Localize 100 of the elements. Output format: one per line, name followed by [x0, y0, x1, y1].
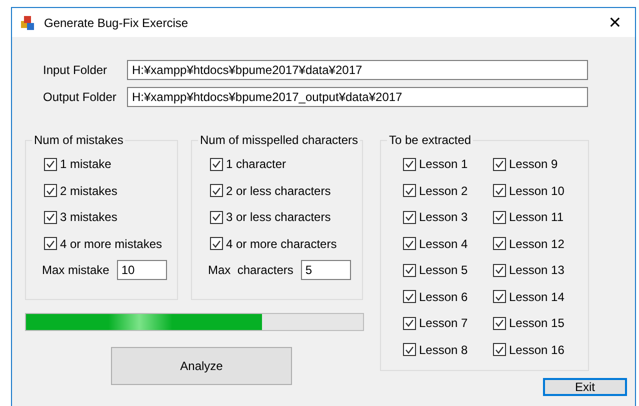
checkbox[interactable]: Lesson 12 — [493, 230, 583, 257]
checkbox-label: Lesson 3 — [419, 210, 468, 224]
checkbox[interactable]: Lesson 16 — [493, 336, 583, 363]
checkbox[interactable]: Lesson 2 — [403, 178, 493, 204]
checkbox-label: Lesson 15 — [509, 316, 564, 330]
folder-label: Input Folder — [43, 63, 108, 77]
checkbox-label: 3 or less characters — [226, 210, 331, 224]
checkbox-box[interactable] — [493, 343, 506, 356]
checkbox[interactable]: 1 character — [210, 151, 362, 178]
checkbox-box[interactable] — [403, 290, 416, 304]
checkbox-box[interactable] — [493, 184, 506, 198]
checkbox[interactable]: Lesson 3 — [403, 204, 493, 230]
checkmark-icon — [46, 160, 55, 168]
checkbox-box[interactable] — [493, 210, 506, 224]
max-label: Max characters — [208, 263, 294, 277]
checkmark-icon — [212, 240, 221, 248]
checkmark-icon — [495, 292, 504, 301]
checkmark-icon — [405, 186, 414, 195]
checkbox[interactable]: 4 or more mistakes — [44, 230, 177, 257]
analyze-button[interactable]: Analyze — [111, 347, 292, 385]
folder-label: Output Folder — [43, 90, 118, 104]
checkbox-box[interactable] — [493, 237, 506, 250]
folder-field[interactable]: H:¥xampp¥htdocs¥bpume2017_output¥data¥2017 — [127, 87, 588, 107]
cubes-icon — [20, 14, 36, 30]
checkbox[interactable]: 4 or more characters — [210, 230, 362, 257]
checkbox-label: 2 mistakes — [60, 184, 118, 198]
checkmark-icon — [495, 346, 504, 354]
max-field[interactable]: 5 — [301, 260, 352, 280]
checkbox[interactable]: Lesson 5 — [403, 257, 493, 284]
checkbox-label: Lesson 16 — [509, 342, 564, 357]
checkmark-icon — [405, 213, 414, 222]
group-title: Num of misspelled characters — [199, 133, 360, 147]
checkbox-box[interactable] — [44, 158, 57, 171]
checkbox[interactable]: 1 mistake — [44, 151, 177, 178]
checkbox-box[interactable] — [403, 237, 416, 250]
checkbox-label: Lesson 12 — [509, 236, 564, 251]
checkmark-icon — [46, 186, 55, 195]
group-title: To be extracted — [388, 133, 472, 147]
checkbox-box[interactable] — [210, 210, 223, 224]
checkbox-box[interactable] — [403, 158, 416, 171]
checkbox[interactable]: Lesson 6 — [403, 284, 493, 310]
checkbox-label: Lesson 13 — [509, 263, 564, 278]
exit-button[interactable]: Exit — [543, 378, 627, 396]
checkbox[interactable]: Lesson 11 — [493, 204, 583, 230]
checkbox-label: Lesson 8 — [419, 342, 468, 357]
checkbox-label: 3 mistakes — [60, 210, 118, 224]
checkbox[interactable]: Lesson 1 — [403, 151, 493, 178]
checkmark-icon — [495, 266, 504, 274]
checkbox-box[interactable] — [44, 237, 57, 250]
checkbox[interactable]: Lesson 13 — [493, 257, 583, 284]
checkbox-box[interactable] — [403, 343, 416, 356]
max-field[interactable]: 10 — [117, 260, 168, 280]
checkbox[interactable]: Lesson 15 — [493, 310, 583, 336]
checkmark-icon — [495, 213, 504, 222]
checkbox-label: 2 or less characters — [226, 184, 331, 198]
checkbox-box[interactable] — [210, 184, 223, 198]
checkmark-icon — [405, 160, 414, 168]
checkbox[interactable]: 3 or less characters — [210, 204, 362, 230]
folder-field[interactable]: H:¥xampp¥htdocs¥bpume2017¥data¥2017 — [127, 60, 588, 80]
checkbox-label: 1 mistake — [60, 157, 112, 172]
checkmark-icon — [405, 292, 414, 301]
checkbox-box[interactable] — [493, 290, 506, 304]
checkbox[interactable]: Lesson 8 — [403, 336, 493, 363]
checkmark-icon — [495, 240, 504, 248]
checkmark-icon — [495, 160, 504, 168]
group-title: Num of mistakes — [33, 133, 124, 147]
checkbox[interactable]: 2 mistakes — [44, 178, 177, 204]
checkbox[interactable]: 3 mistakes — [44, 204, 177, 230]
checkbox-box[interactable] — [210, 237, 223, 250]
checkbox[interactable]: Lesson 7 — [403, 310, 493, 336]
checkbox-box[interactable] — [403, 184, 416, 198]
checkbox-box[interactable] — [210, 158, 223, 171]
checkbox-label: Lesson 9 — [509, 157, 558, 172]
checkbox-label: Lesson 7 — [419, 316, 468, 330]
checkbox[interactable]: Lesson 10 — [493, 178, 583, 204]
checkbox-box[interactable] — [403, 210, 416, 224]
checkbox-box[interactable] — [44, 184, 57, 198]
checkmark-icon — [212, 213, 221, 222]
checkbox-box[interactable] — [44, 210, 57, 224]
window-title: Generate Bug-Fix Exercise — [44, 16, 190, 30]
checkbox-label: Lesson 5 — [419, 263, 468, 278]
checkmark-icon — [212, 186, 221, 195]
checkmark-icon — [405, 319, 414, 328]
checkbox-box[interactable] — [403, 264, 416, 277]
checkbox-label: Lesson 1 — [419, 157, 468, 172]
checkbox-box[interactable] — [493, 158, 506, 171]
close-button[interactable]: ✕ — [595, 8, 635, 37]
checkbox-box[interactable] — [493, 264, 506, 277]
checkbox[interactable]: Lesson 9 — [493, 151, 583, 178]
checkbox-label: Lesson 2 — [419, 184, 468, 198]
checkbox[interactable]: Lesson 4 — [403, 230, 493, 257]
checkmark-icon — [46, 240, 55, 248]
checkbox-label: Lesson 11 — [509, 210, 564, 224]
max-label: Max mistake — [42, 263, 110, 277]
checkbox[interactable]: 2 or less characters — [210, 178, 362, 204]
checkbox-label: Lesson 14 — [509, 290, 564, 304]
checkbox-box[interactable] — [493, 316, 506, 330]
checkbox[interactable]: Lesson 14 — [493, 284, 583, 310]
checkbox-box[interactable] — [403, 316, 416, 330]
checkbox-label: Lesson 4 — [419, 236, 468, 251]
